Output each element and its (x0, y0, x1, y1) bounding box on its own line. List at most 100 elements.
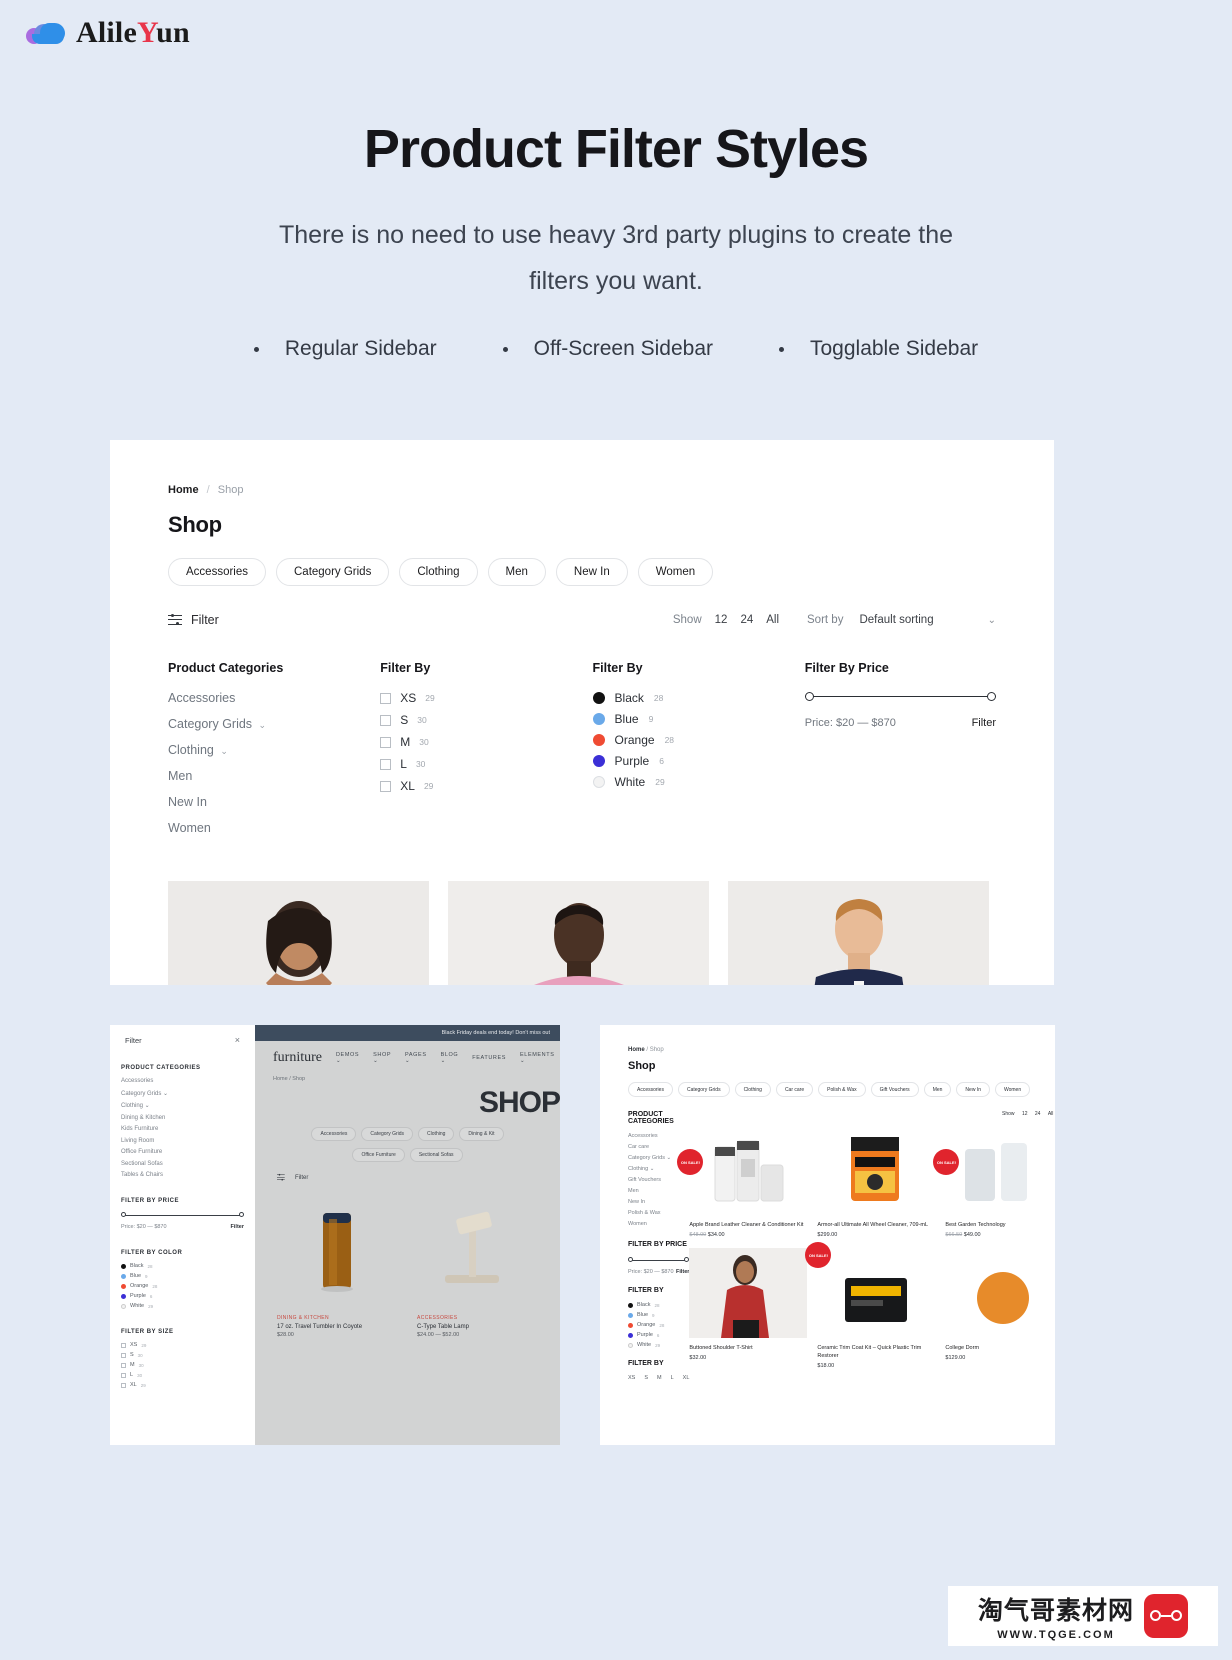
offscreen-category-item[interactable]: Category Grids ⌄ (121, 1090, 244, 1097)
offscreen-category-item[interactable]: Sectional Sofas (121, 1161, 244, 1167)
pill-men[interactable]: Men (487, 558, 546, 586)
show-option-12[interactable]: 12 (1022, 1111, 1028, 1117)
offscreen-color-blue[interactable]: Blue 9 (121, 1273, 244, 1279)
offscreen-pill[interactable]: Clothing (418, 1127, 455, 1141)
togglable-category-item[interactable]: New In (628, 1199, 689, 1205)
show-option-all[interactable]: All (766, 614, 779, 626)
checkbox[interactable] (121, 1352, 126, 1358)
color-option-black[interactable]: Black 28 (592, 691, 805, 705)
size-option-l[interactable]: L 30 (380, 757, 592, 771)
offscreen-category-item[interactable]: Accessories (121, 1078, 244, 1084)
togglable-price-slider[interactable] (628, 1256, 690, 1264)
togglable-product-card[interactable]: ON SALE! Best Garden Technology $66.50 $… (933, 1125, 1055, 1238)
offscreen-pill[interactable]: Dining & Kit (459, 1127, 504, 1141)
togglable-pill[interactable]: Gift Vouchers (870, 1082, 919, 1097)
category-item-new-in[interactable]: New In (168, 795, 380, 809)
offscreen-size-s[interactable]: S 30 (121, 1352, 244, 1358)
offscreen-size-xs[interactable]: XS 29 (121, 1342, 244, 1348)
category-item-men[interactable]: Men (168, 769, 380, 783)
offscreen-category-item[interactable]: Living Room (121, 1138, 244, 1144)
offscreen-pill[interactable]: Sectional Sofas (409, 1148, 463, 1162)
offscreen-size-xl[interactable]: XL 29 (121, 1382, 244, 1388)
slider-handle-min[interactable] (804, 692, 814, 701)
pill-women[interactable]: Women (637, 558, 714, 586)
togglable-color-orange[interactable]: Orange 28 (628, 1322, 689, 1328)
checkbox[interactable] (121, 1372, 126, 1378)
nav-item-demos[interactable]: DEMOS ⌄ (336, 1052, 359, 1064)
breadcrumb-home[interactable]: Home (168, 484, 199, 496)
togglable-pill[interactable]: Car care (775, 1082, 814, 1097)
offscreen-color-black[interactable]: Black 28 (121, 1263, 244, 1269)
offscreen-category-item[interactable]: Office Furniture (121, 1149, 244, 1155)
price-filter-button[interactable]: Filter (972, 717, 996, 729)
nav-item-features[interactable]: FEATURES (472, 1055, 506, 1061)
slider-handle-min[interactable] (628, 1257, 633, 1262)
togglable-pill[interactable]: Accessories (628, 1082, 673, 1097)
togglable-pill[interactable]: Category Grids (677, 1082, 730, 1097)
color-option-blue[interactable]: Blue 9 (592, 712, 805, 726)
slider-handle-max[interactable] (987, 692, 997, 701)
offscreen-category-item[interactable]: Tables & Chairs (121, 1172, 244, 1178)
size-option-xs[interactable]: XS 29 (380, 691, 592, 705)
togglable-category-item[interactable]: Women (628, 1221, 689, 1227)
checkbox[interactable] (121, 1382, 126, 1388)
color-option-white[interactable]: White 29 (592, 775, 805, 789)
product-card-man-pink[interactable] (448, 881, 709, 985)
togglable-product-card[interactable]: ON SALE! Ceramic Trim Coat Kit – Quick P… (805, 1242, 936, 1369)
filter-toggle-button[interactable]: Filter (168, 613, 219, 627)
checkbox[interactable] (121, 1342, 126, 1348)
slider-handle-min[interactable] (121, 1212, 126, 1217)
category-item-category-grids[interactable]: Category Grids ⌄ (168, 717, 380, 731)
checkbox[interactable] (380, 758, 392, 770)
nav-item-shop[interactable]: SHOP ⌄ (373, 1052, 391, 1064)
color-option-orange[interactable]: Orange 28 (592, 733, 805, 747)
checkbox[interactable] (380, 780, 392, 792)
show-option-all[interactable]: All (1048, 1111, 1054, 1117)
offscreen-filter-button[interactable]: Filter (255, 1162, 560, 1183)
nav-item-blog[interactable]: BLOG ⌄ (441, 1052, 459, 1064)
size-option-s[interactable]: S 30 (380, 713, 592, 727)
site-logo[interactable]: furniture (273, 1050, 322, 1066)
togglable-color-white[interactable]: White 29 (628, 1342, 689, 1348)
togglable-product-card[interactable]: Armor-all Ultimate All Wheel Cleaner, 70… (817, 1125, 936, 1238)
offscreen-pill[interactable]: Office Furniture (352, 1148, 405, 1162)
togglable-pill[interactable]: New In (956, 1082, 990, 1097)
price-range-slider[interactable] (804, 691, 997, 703)
size-option-xl[interactable]: XL 29 (380, 779, 592, 793)
togglable-category-item[interactable]: Accessories (628, 1133, 689, 1139)
offscreen-color-white[interactable]: White 29 (121, 1303, 244, 1309)
nav-item-elements[interactable]: ELEMENTS ⌄ (520, 1052, 554, 1064)
offscreen-category-item[interactable]: Kids Furniture (121, 1126, 244, 1132)
togglable-color-purple[interactable]: Purple 6 (628, 1332, 689, 1338)
togglable-category-item[interactable]: Polish & Wax (628, 1210, 689, 1216)
chevron-down-icon[interactable]: ⌄ (988, 615, 996, 626)
togglable-pill[interactable]: Polish & Wax (818, 1082, 866, 1097)
togglable-size-xl[interactable]: XL (683, 1375, 690, 1381)
togglable-category-item[interactable]: Gift Vouchers (628, 1177, 689, 1183)
togglable-price-filter-button[interactable]: Filter (676, 1269, 689, 1275)
offscreen-pill[interactable]: Category Grids (361, 1127, 414, 1141)
togglable-product-card[interactable]: ON SALE! Apple Brand Leather Cleaner & C… (677, 1125, 808, 1238)
color-option-purple[interactable]: Purple 6 (592, 754, 805, 768)
togglable-category-item[interactable]: Men (628, 1188, 689, 1194)
togglable-pill[interactable]: Clothing (734, 1082, 771, 1097)
offscreen-color-orange[interactable]: Orange 28 (121, 1283, 244, 1289)
close-icon[interactable]: × (235, 1035, 240, 1045)
togglable-size-xs[interactable]: XS (628, 1375, 635, 1381)
nav-item-pages[interactable]: PAGES ⌄ (405, 1052, 427, 1064)
checkbox[interactable] (380, 692, 392, 704)
togglable-pill[interactable]: Women (994, 1082, 1031, 1097)
offscreen-category-item[interactable]: Dining & Kitchen (121, 1115, 244, 1121)
togglable-color-black[interactable]: Black 28 (628, 1302, 689, 1308)
offscreen-category-item[interactable]: Clothing ⌄ (121, 1102, 244, 1109)
brand-logo[interactable]: AlileYun (26, 16, 190, 50)
togglable-size-m[interactable]: M (657, 1375, 662, 1381)
sort-select[interactable]: Default sorting (859, 614, 933, 626)
offscreen-price-slider[interactable] (121, 1211, 244, 1219)
offscreen-product-lamp[interactable]: ACCESSORIES C-Type Table Lamp $24.00 — $… (417, 1189, 537, 1338)
offscreen-product-tumbler[interactable]: DINING & KITCHEN 17 oz. Travel Tumbler I… (277, 1189, 397, 1338)
offscreen-size-l[interactable]: L 30 (121, 1372, 244, 1378)
show-option-24[interactable]: 24 (740, 614, 753, 626)
offscreen-size-m[interactable]: M 30 (121, 1362, 244, 1368)
togglable-size-s[interactable]: S (644, 1375, 648, 1381)
